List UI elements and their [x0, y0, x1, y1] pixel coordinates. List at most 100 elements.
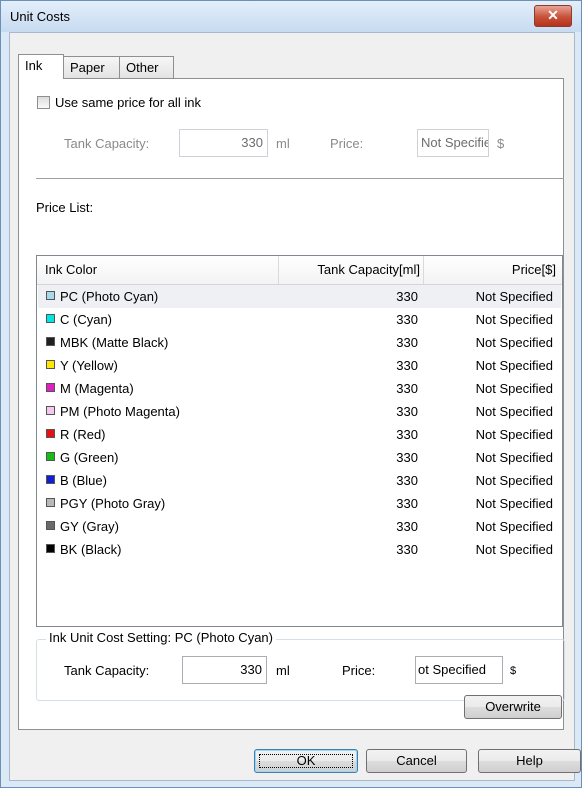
- same-price-input[interactable]: Not Specifie: [417, 129, 489, 157]
- same-price-unit: $: [497, 136, 505, 151]
- ink-color-cell: PGY (Photo Gray): [60, 496, 166, 511]
- price-cell: Not Specified: [475, 358, 553, 373]
- color-swatch-icon: [46, 406, 55, 415]
- tank-capacity-cell: 330: [396, 312, 418, 327]
- table-row[interactable]: R (Red) 330 Not Specified: [38, 423, 561, 446]
- ink-color-cell: B (Blue): [60, 473, 107, 488]
- same-tank-capacity-input[interactable]: 330: [179, 129, 268, 157]
- same-price-label[interactable]: Use same price for all ink: [55, 95, 201, 110]
- tab-paper-label: Paper: [70, 60, 105, 75]
- cancel-button[interactable]: Cancel: [366, 749, 467, 773]
- table-row[interactable]: B (Blue) 330 Not Specified: [38, 469, 561, 492]
- same-price-value: Not Specifie: [421, 135, 489, 150]
- price-value: ot Specified: [418, 662, 486, 677]
- tank-capacity-cell: 330: [396, 450, 418, 465]
- color-swatch-icon: [46, 521, 55, 530]
- tab-paper[interactable]: Paper: [63, 56, 120, 78]
- tank-capacity-cell: 330: [396, 289, 418, 304]
- tab-ink[interactable]: Ink: [18, 54, 64, 79]
- help-button-label: Help: [516, 753, 543, 768]
- color-swatch-icon: [46, 360, 55, 369]
- column-price[interactable]: Price[$]: [512, 256, 556, 284]
- tank-unit: ml: [276, 663, 290, 678]
- price-input[interactable]: ot Specified: [415, 656, 503, 684]
- color-swatch-icon: [46, 314, 55, 323]
- tank-capacity-cell: 330: [396, 519, 418, 534]
- table-row[interactable]: C (Cyan) 330 Not Specified: [38, 308, 561, 331]
- tank-capacity-cell: 330: [396, 404, 418, 419]
- price-list-label: Price List:: [36, 200, 94, 215]
- tab-other[interactable]: Other: [119, 56, 174, 78]
- tab-other-label: Other: [126, 60, 159, 75]
- ink-color-cell: G (Green): [60, 450, 119, 465]
- price-cell: Not Specified: [475, 427, 553, 442]
- color-swatch-icon: [46, 475, 55, 484]
- table-row[interactable]: PM (Photo Magenta) 330 Not Specified: [38, 400, 561, 423]
- ink-color-cell: Y (Yellow): [60, 358, 118, 373]
- ink-color-cell: PC (Photo Cyan): [60, 289, 159, 304]
- table-row[interactable]: PGY (Photo Gray) 330 Not Specified: [38, 492, 561, 515]
- price-cell: Not Specified: [475, 335, 553, 350]
- title-bar: Unit Costs ✕: [1, 1, 581, 32]
- ink-color-cell: M (Magenta): [60, 381, 134, 396]
- price-label: Price:: [342, 663, 376, 678]
- table-row[interactable]: GY (Gray) 330 Not Specified: [38, 515, 561, 538]
- color-swatch-icon: [46, 544, 55, 553]
- column-divider: [423, 256, 424, 284]
- table-row[interactable]: Y (Yellow) 330 Not Specified: [38, 354, 561, 377]
- same-price-field-label: Price:: [330, 136, 364, 151]
- separator: [36, 178, 564, 179]
- column-tank-capacity[interactable]: Tank Capacity[ml]: [317, 256, 420, 284]
- price-cell: Not Specified: [475, 519, 553, 534]
- ink-unit-cost-setting-title: Ink Unit Cost Setting: PC (Photo Cyan): [46, 630, 276, 645]
- tank-capacity-cell: 330: [396, 496, 418, 511]
- tab-ink-label: Ink: [25, 58, 43, 73]
- tank-capacity-cell: 330: [396, 335, 418, 350]
- ink-color-cell: R (Red): [60, 427, 106, 442]
- column-ink-color[interactable]: Ink Color: [45, 256, 97, 284]
- ink-color-cell: MBK (Matte Black): [60, 335, 169, 350]
- focus-rect: [259, 754, 353, 768]
- table-row[interactable]: G (Green) 330 Not Specified: [38, 446, 561, 469]
- same-price-checkbox[interactable]: [37, 96, 50, 109]
- same-tank-capacity-value: 330: [241, 135, 263, 150]
- table-row[interactable]: PC (Photo Cyan) 330 Not Specified: [38, 285, 561, 308]
- price-cell: Not Specified: [475, 404, 553, 419]
- same-tank-unit: ml: [276, 136, 290, 151]
- color-swatch-icon: [46, 498, 55, 507]
- ink-color-cell: BK (Black): [60, 542, 122, 557]
- price-cell: Not Specified: [475, 381, 553, 396]
- price-cell: Not Specified: [475, 450, 553, 465]
- cancel-button-label: Cancel: [396, 753, 437, 768]
- tank-capacity-cell: 330: [396, 473, 418, 488]
- color-swatch-icon: [46, 383, 55, 392]
- ink-color-cell: GY (Gray): [60, 519, 119, 534]
- table-row[interactable]: M (Magenta) 330 Not Specified: [38, 377, 561, 400]
- unit-costs-dialog: Unit Costs ✕ Ink Paper Other Use same pr…: [0, 0, 582, 788]
- price-cell: Not Specified: [475, 289, 553, 304]
- price-cell: Not Specified: [475, 496, 553, 511]
- price-list[interactable]: Ink Color Tank Capacity[ml] Price[$] PC …: [36, 255, 563, 627]
- table-row[interactable]: BK (Black) 330 Not Specified: [38, 538, 561, 561]
- dialog-body: Ink Paper Other Use same price for all i…: [9, 32, 581, 781]
- color-swatch-icon: [46, 337, 55, 346]
- column-divider: [278, 256, 279, 284]
- help-button[interactable]: Help: [478, 749, 581, 773]
- same-tank-capacity-label: Tank Capacity:: [64, 136, 150, 151]
- overwrite-button[interactable]: Overwrite: [464, 695, 562, 719]
- tank-capacity-label: Tank Capacity:: [64, 663, 150, 678]
- tank-capacity-value: 330: [240, 662, 262, 677]
- ok-button[interactable]: OK: [254, 749, 358, 773]
- overwrite-button-label: Overwrite: [485, 699, 541, 714]
- tank-capacity-input[interactable]: 330: [182, 656, 267, 684]
- ink-color-cell: PM (Photo Magenta): [60, 404, 180, 419]
- close-icon: ✕: [547, 7, 559, 23]
- tank-capacity-cell: 330: [396, 381, 418, 396]
- color-swatch-icon: [46, 291, 55, 300]
- price-list-header: Ink Color Tank Capacity[ml] Price[$]: [37, 256, 562, 285]
- close-button[interactable]: ✕: [534, 5, 572, 27]
- price-unit: $: [510, 665, 517, 677]
- tank-capacity-cell: 330: [396, 542, 418, 557]
- table-row[interactable]: MBK (Matte Black) 330 Not Specified: [38, 331, 561, 354]
- price-cell: Not Specified: [475, 473, 553, 488]
